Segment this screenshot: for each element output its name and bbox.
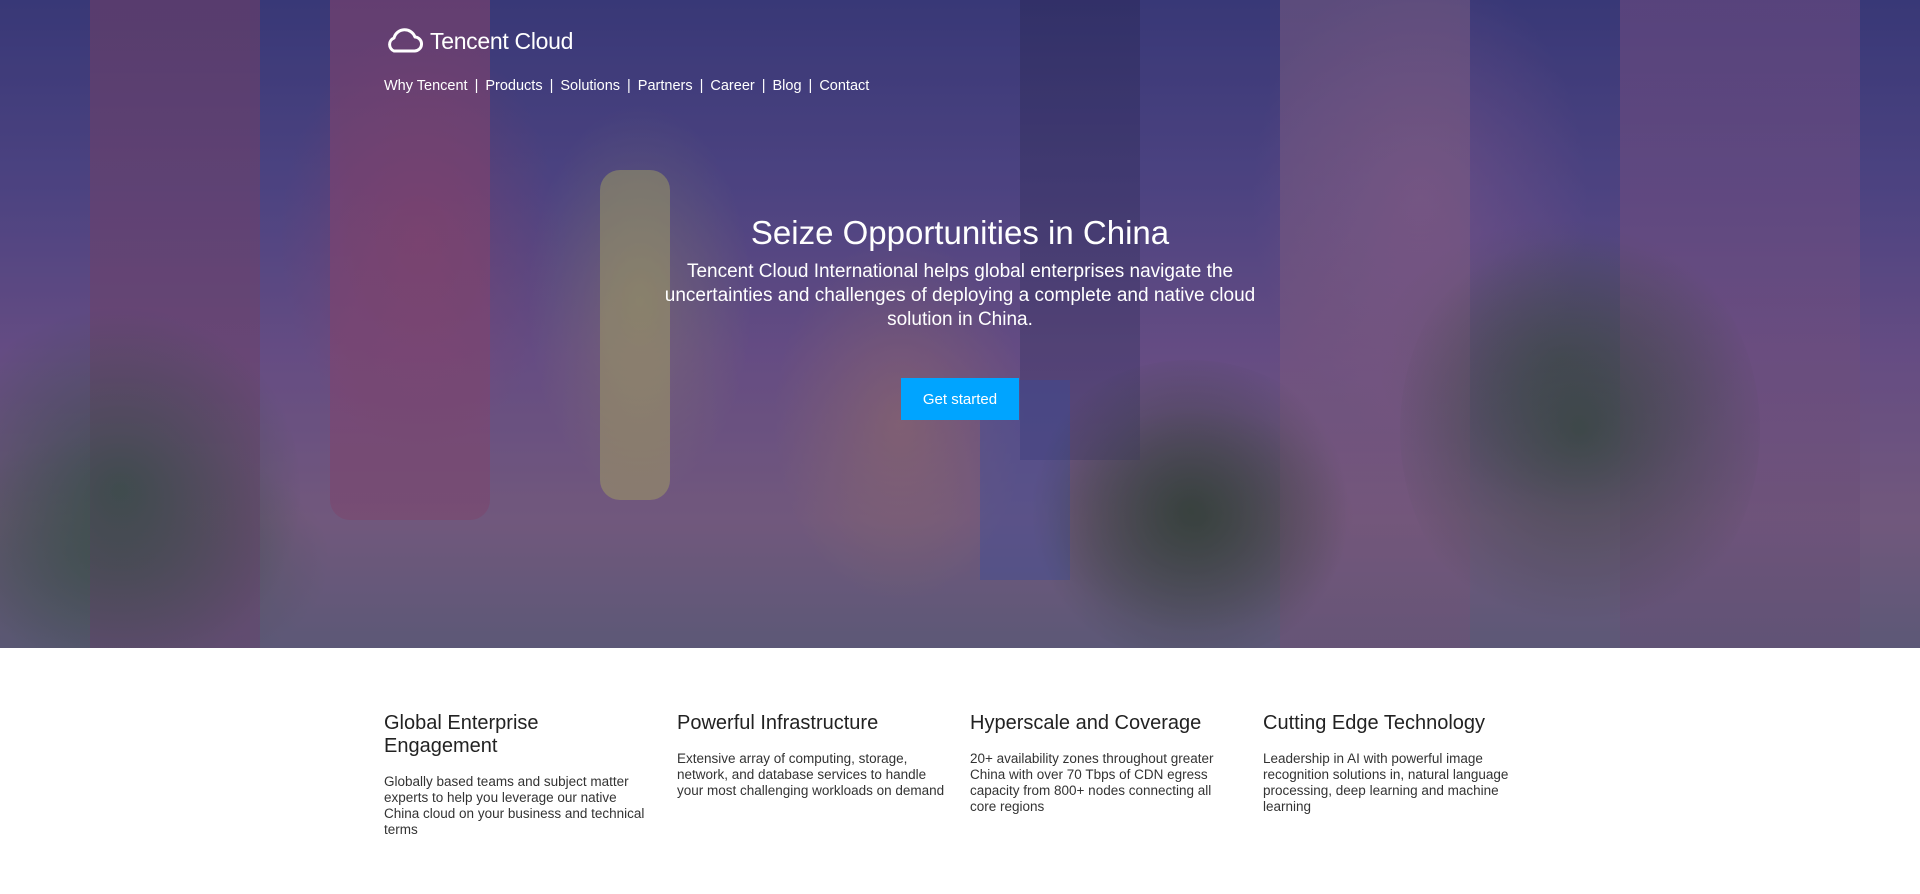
- feature-card: Hyperscale and Coverage 20+ availability…: [970, 712, 1263, 838]
- cloud-icon: [388, 28, 423, 53]
- feature-title: Cutting Edge Technology: [1263, 712, 1486, 734]
- nav-item-products[interactable]: Products: [485, 78, 542, 94]
- nav-separator: |: [474, 78, 479, 94]
- feature-card: Global Enterprise Engagement Globally ba…: [384, 712, 677, 838]
- feature-card: Cutting Edge Technology Leadership in AI…: [1263, 712, 1556, 838]
- nav-separator: |: [699, 78, 704, 94]
- feature-title: Global Enterprise Engagement: [384, 712, 539, 757]
- feature-title: Powerful Infrastructure: [677, 712, 879, 734]
- hero-content: Seize Opportunities in China Tencent Clo…: [660, 214, 1260, 332]
- nav-item-career[interactable]: Career: [710, 78, 754, 94]
- feature-text: Globally based teams and subject matter …: [384, 774, 645, 837]
- features-section: Global Enterprise Engagement Globally ba…: [384, 712, 1556, 838]
- hero-banner: Tencent Cloud Why Tencent | Products | S…: [0, 0, 1920, 648]
- nav-item-blog[interactable]: Blog: [773, 78, 802, 94]
- feature-card: Powerful Infrastructure Extensive array …: [677, 712, 970, 838]
- top-nav: Why Tencent | Products | Solutions | Par…: [384, 78, 869, 94]
- get-started-button[interactable]: Get started: [901, 378, 1019, 420]
- feature-text: 20+ availability zones throughout greate…: [970, 751, 1214, 814]
- feature-text: Leadership in AI with powerful image rec…: [1263, 751, 1509, 814]
- nav-item-partners[interactable]: Partners: [638, 78, 693, 94]
- feature-title: Hyperscale and Coverage: [970, 712, 1202, 734]
- nav-separator: |: [808, 78, 813, 94]
- nav-separator: |: [627, 78, 631, 94]
- brand-name: Tencent Cloud: [430, 27, 574, 54]
- nav-separator: |: [549, 78, 554, 94]
- nav-separator: |: [761, 78, 766, 94]
- nav-item-solutions[interactable]: Solutions: [560, 78, 620, 94]
- feature-text: Extensive array of computing, storage, n…: [677, 751, 945, 798]
- logo-link[interactable]: Tencent Cloud: [384, 26, 573, 56]
- hero-subtitle: Tencent Cloud International helps global…: [664, 261, 1256, 330]
- nav-item-contact[interactable]: Contact: [819, 78, 869, 94]
- hero-title: Seize Opportunities in China: [750, 214, 1170, 251]
- nav-item-why-tencent[interactable]: Why Tencent: [384, 78, 468, 94]
